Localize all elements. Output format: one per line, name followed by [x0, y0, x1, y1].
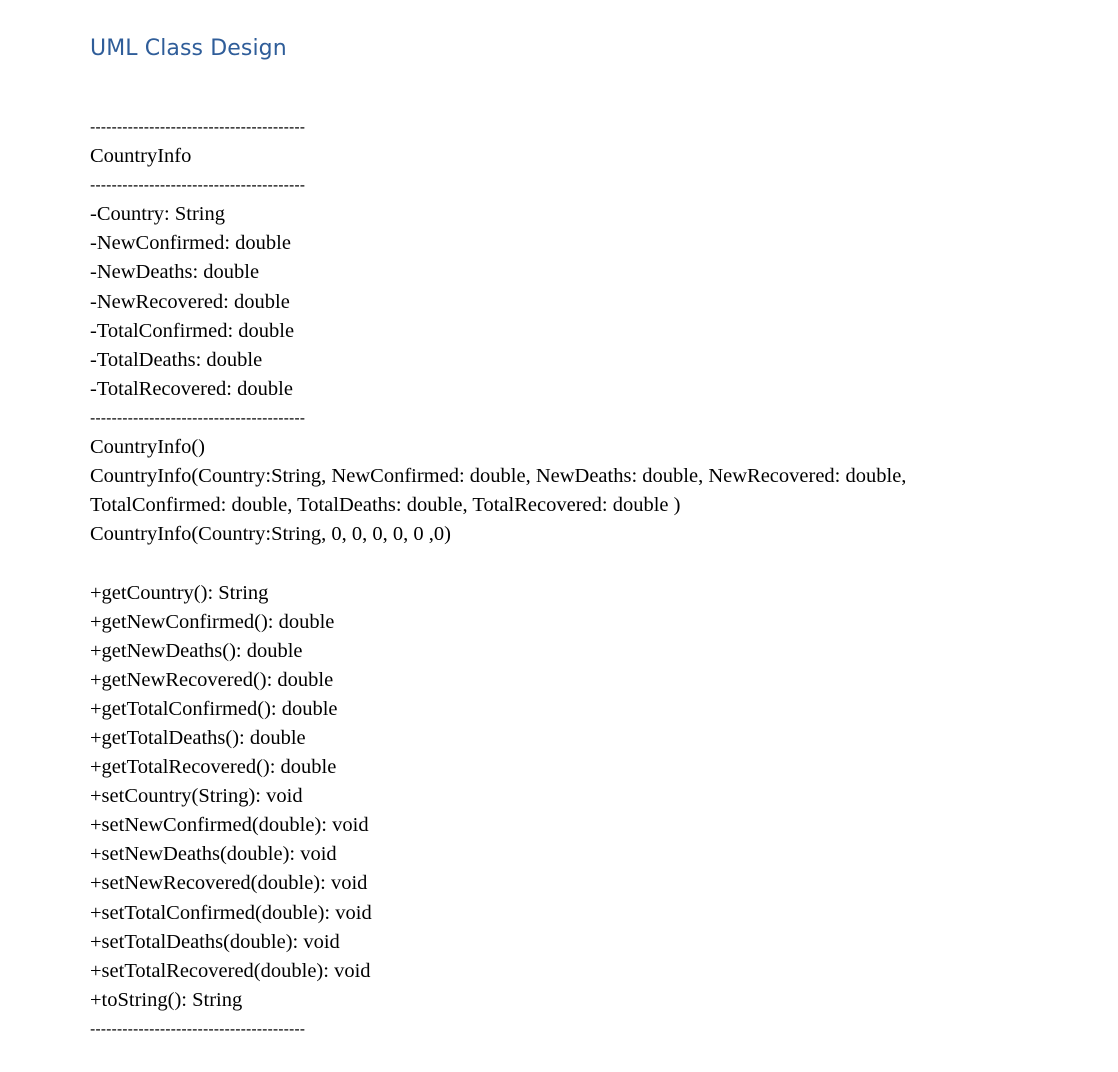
method-line: +getNewConfirmed(): double [90, 610, 335, 633]
method-line: +getNewDeaths(): double [90, 639, 303, 662]
method-line: +getCountry(): String [90, 581, 269, 604]
blank-spacer [90, 549, 906, 578]
attribute-line: -NewRecovered: double [90, 290, 290, 313]
methods-section: +getCountry(): String +getNewConfirmed()… [90, 579, 906, 1015]
constructor-line: CountryInfo(Country:String, 0, 0, 0, 0, … [90, 523, 452, 546]
constructors-section: CountryInfo() CountryInfo(Country:String… [90, 433, 906, 549]
method-line: +setNewDeaths(double): void [90, 843, 337, 866]
method-line: +setTotalRecovered(double): void [90, 959, 371, 982]
constructor-line: CountryInfo() [90, 436, 206, 459]
attribute-line: -TotalRecovered: double [90, 377, 293, 400]
class-name: CountryInfo [90, 145, 192, 168]
method-line: +getTotalDeaths(): double [90, 726, 306, 749]
attributes-section: -Country: String -NewConfirmed: double -… [90, 200, 906, 404]
attribute-line: -TotalConfirmed: double [90, 319, 295, 342]
method-line: +getTotalConfirmed(): double [90, 697, 338, 720]
attribute-line: -NewConfirmed: double [90, 232, 291, 255]
method-line: +setNewConfirmed(double): void [90, 814, 369, 837]
attribute-line: -NewDeaths: double [90, 261, 260, 284]
method-line: +setNewRecovered(double): void [90, 872, 368, 895]
method-line: +setTotalDeaths(double): void [90, 930, 340, 953]
divider-top: ---------------------------------------- [90, 119, 306, 136]
constructor-line: TotalConfirmed: double, TotalDeaths: dou… [90, 494, 681, 517]
attribute-line: -TotalDeaths: double [90, 348, 263, 371]
attribute-line: -Country: String [90, 203, 225, 226]
document-heading: UML Class Design [90, 36, 287, 61]
method-line: +toString(): String [90, 988, 243, 1011]
divider-bottom: ---------------------------------------- [90, 1020, 306, 1038]
method-line: +getNewRecovered(): double [90, 668, 334, 691]
method-line: +setTotalConfirmed(double): void [90, 901, 372, 924]
divider-after-name: ---------------------------------------- [90, 177, 306, 195]
method-line: +getTotalRecovered(): double [90, 756, 337, 779]
constructor-line: CountryInfo(Country:String, NewConfirmed… [90, 465, 907, 488]
method-line: +setCountry(String): void [90, 785, 303, 808]
uml-class-box: ----------------------------------------… [90, 113, 906, 1044]
divider-after-attributes: ---------------------------------------- [90, 409, 306, 427]
